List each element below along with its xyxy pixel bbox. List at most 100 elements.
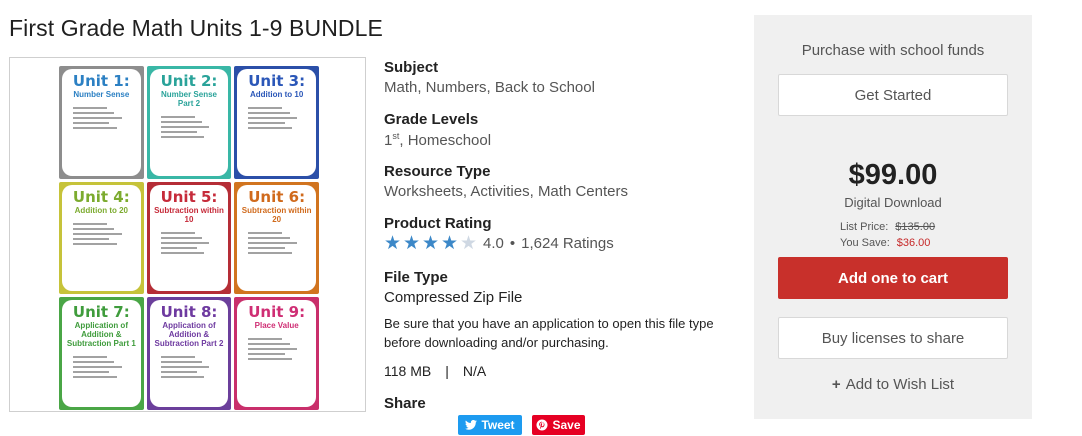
product-preview-image[interactable]: Unit 1: Number Sense Unit 2: Number Sense P… xyxy=(9,57,366,412)
unit-poster: Unit 2: Number Sense Part 2 xyxy=(146,66,232,179)
unit-poster-lines xyxy=(248,229,305,257)
file-label: File Type xyxy=(384,269,448,286)
poster-grid: Unit 1: Number Sense Unit 2: Number Sense P… xyxy=(59,66,319,410)
file-section: File Type Compressed Zip File xyxy=(384,269,522,306)
unit-poster-title: Unit 4: xyxy=(72,187,130,206)
unit-poster: Unit 7: Application of Addition & Subtrac… xyxy=(59,297,144,410)
star-empty-icon: ★ xyxy=(460,233,478,254)
unit-poster-card: Unit 8: Application of Addition & Subtrac… xyxy=(149,300,229,407)
buy-licenses-button[interactable]: Buy licenses to share xyxy=(778,317,1008,359)
unit-poster-card: Unit 3: Addition to 10 xyxy=(237,69,316,176)
file-size: 118 MB xyxy=(384,363,432,379)
subject-label: Subject xyxy=(384,59,439,76)
list-price-value: $135.00 xyxy=(895,221,936,233)
unit-poster: Unit 4: Addition to 20 xyxy=(59,181,144,295)
unit-poster-card: Unit 6: Subtraction within 20 xyxy=(237,184,316,292)
unit-poster-card: Unit 2: Number Sense Part 2 xyxy=(149,69,229,176)
pin-save-label: Save xyxy=(552,418,581,432)
resource-section: Resource Type Worksheets, Activities, Ma… xyxy=(384,163,628,200)
unit-poster-title: Unit 6: xyxy=(248,187,306,206)
file-size-row: 118 MB | N/A xyxy=(384,363,486,379)
you-save-row: You Save: $36.00 xyxy=(840,237,930,249)
plus-icon: + xyxy=(831,376,841,393)
pinterest-save-button[interactable]: Save xyxy=(532,415,585,435)
you-save-value: $36.00 xyxy=(896,237,931,249)
pinterest-icon xyxy=(536,419,548,431)
unit-poster-lines xyxy=(73,104,130,132)
star-filled-icon: ★ xyxy=(441,233,459,254)
unit-poster-card: Unit 1: Number Sense xyxy=(62,69,141,176)
star-filled-icon: ★ xyxy=(384,233,402,254)
share-label: Share xyxy=(384,395,426,412)
tweet-button[interactable]: Tweet xyxy=(458,415,522,435)
page-count: N/A xyxy=(462,363,487,379)
unit-poster-card: Unit 4: Addition to 20 xyxy=(62,184,141,292)
unit-poster-subtitle: Subtraction within 20 xyxy=(241,205,312,224)
star-filled-icon: ★ xyxy=(422,233,440,254)
unit-poster-title: Unit 9: xyxy=(248,303,306,322)
list-price-row: List Price: $135.00 xyxy=(840,221,935,233)
unit-poster-subtitle: Application of Addition & Subtraction Pa… xyxy=(154,321,224,349)
unit-poster: Unit 3: Addition to 10 xyxy=(234,66,319,179)
unit-poster-title: Unit 8: xyxy=(160,303,218,322)
file-note: Be sure that you have an application to … xyxy=(384,316,714,350)
unit-poster-card: Unit 9: Place Value xyxy=(237,300,316,407)
subject-value[interactable]: Math, Numbers, Back to School xyxy=(384,79,595,96)
unit-poster-lines xyxy=(160,353,218,381)
unit-poster-subtitle: Addition to 10 xyxy=(249,90,304,99)
unit-poster-subtitle: Subtraction within 10 xyxy=(154,205,224,224)
twitter-icon xyxy=(465,420,478,430)
wishlist-label: Add to Wish List xyxy=(845,376,955,393)
unit-poster: Unit 1: Number Sense xyxy=(59,66,144,179)
file-value: Compressed Zip File xyxy=(384,289,523,306)
rating-label: Product Rating xyxy=(384,215,492,232)
unit-poster-title: Unit 1: xyxy=(72,72,130,90)
unit-poster-lines xyxy=(160,229,218,257)
unit-poster: Unit 6: Subtraction within 20 xyxy=(234,181,319,295)
subject-section: Subject Math, Numbers, Back to School xyxy=(384,59,595,96)
unit-poster-lines xyxy=(73,353,130,381)
unit-poster-card: Unit 7: Application of Addition & Subtrac… xyxy=(62,300,141,407)
rating-count[interactable]: 1,624 Ratings xyxy=(521,235,614,252)
unit-poster: Unit 8: Application of Addition & Subtrac… xyxy=(146,297,232,410)
you-save-label: You Save: xyxy=(840,237,890,249)
unit-poster-title: Unit 2: xyxy=(160,72,218,90)
unit-poster-subtitle: Addition to 20 xyxy=(74,205,128,215)
add-to-wishlist-link[interactable]: + Add to Wish List xyxy=(754,376,1032,393)
price: $99.00 xyxy=(848,159,938,191)
rating-separator: • xyxy=(509,235,516,252)
rating-section: Product Rating ★ ★ ★ ★ ★ 4.0 • 1,624 Ratings xyxy=(384,215,614,254)
get-started-button[interactable]: Get Started xyxy=(778,74,1008,116)
unit-poster-subtitle: Place Value xyxy=(254,321,299,331)
unit-poster-lines xyxy=(248,104,305,132)
grade-section: Grade Levels 1st, Homeschool xyxy=(384,111,491,149)
grade-label: Grade Levels xyxy=(384,111,479,128)
unit-poster-lines xyxy=(73,220,130,248)
unit-poster-subtitle: Application of Addition & Subtraction Pa… xyxy=(66,321,136,349)
rating-stars: ★ ★ ★ ★ ★ xyxy=(384,233,478,254)
grade-rest: , Homeschool xyxy=(399,132,492,149)
divider: | xyxy=(445,363,449,379)
unit-poster-title: Unit 7: xyxy=(72,303,130,322)
purchase-panel: Purchase with school funds Get Started $… xyxy=(754,15,1032,419)
panel-heading: Purchase with school funds xyxy=(801,42,985,59)
unit-poster-lines xyxy=(248,335,305,363)
resource-label: Resource Type xyxy=(384,163,491,180)
list-price-label: List Price: xyxy=(840,221,889,233)
tweet-label: Tweet xyxy=(481,418,515,432)
resource-value[interactable]: Worksheets, Activities, Math Centers xyxy=(384,183,628,200)
unit-poster-card: Unit 5: Subtraction within 10 xyxy=(149,184,229,292)
unit-poster-lines xyxy=(160,113,218,141)
digital-download-label: Digital Download xyxy=(844,195,942,210)
unit-poster: Unit 9: Place Value xyxy=(234,297,319,410)
add-to-cart-button[interactable]: Add one to cart xyxy=(778,257,1008,299)
unit-poster-subtitle: Number Sense xyxy=(73,90,130,99)
unit-poster-title: Unit 5: xyxy=(160,187,218,206)
rating-score: 4.0 xyxy=(483,235,504,252)
star-filled-icon: ★ xyxy=(403,233,421,254)
unit-poster-title: Unit 3: xyxy=(248,72,306,90)
unit-poster: Unit 5: Subtraction within 10 xyxy=(146,181,232,295)
grade-value[interactable]: 1st, Homeschool xyxy=(384,131,491,149)
product-title: First Grade Math Units 1-9 BUNDLE xyxy=(9,15,383,41)
unit-poster-subtitle: Number Sense Part 2 xyxy=(160,90,217,108)
